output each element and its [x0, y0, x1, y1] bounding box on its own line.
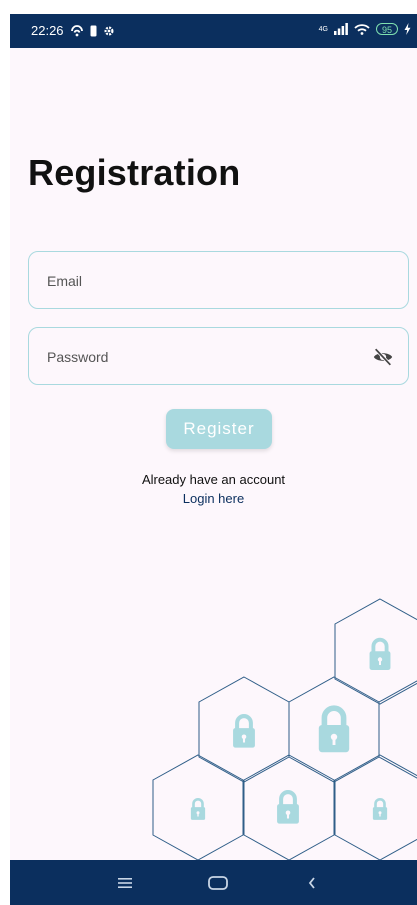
status-bar: 22:26 4G 95 — [10, 14, 417, 48]
navigation-bar — [10, 860, 417, 905]
padlock-icon — [233, 716, 255, 748]
back-button[interactable] — [282, 860, 342, 905]
wifi-icon — [354, 24, 370, 35]
padlock-icon — [277, 792, 299, 824]
padlock-icon — [371, 797, 389, 822]
login-prompt: Already have an account — [141, 472, 286, 487]
home-icon — [208, 875, 228, 890]
register-button[interactable]: Register — [166, 409, 272, 449]
password-field[interactable] — [28, 327, 409, 386]
network-type: 4G — [318, 25, 328, 33]
home-button[interactable] — [188, 860, 248, 905]
battery-level: 95 — [381, 25, 392, 35]
password-input[interactable] — [45, 328, 369, 386]
login-link[interactable]: Login here — [10, 491, 417, 506]
email-input[interactable] — [45, 252, 369, 310]
padlock-icon — [189, 797, 207, 822]
email-field[interactable] — [28, 251, 409, 310]
battery-icon: 95 — [376, 23, 398, 35]
menu-icon — [118, 877, 132, 888]
hexagon-lock-illustration — [152, 598, 417, 861]
menu-button[interactable] — [95, 860, 155, 905]
padlock-icon — [319, 708, 349, 752]
padlock-icon — [367, 637, 393, 672]
hotspot-icon — [70, 24, 83, 36]
back-icon — [308, 876, 315, 889]
eye-off-icon[interactable] — [372, 346, 394, 368]
signal-icon — [334, 23, 348, 35]
hexagon-4 — [378, 680, 417, 779]
status-right: 4G 95 — [319, 23, 411, 35]
charging-icon — [404, 23, 411, 35]
page-title: Registration — [28, 152, 241, 193]
gear-icon — [104, 25, 114, 36]
status-time: 22:26 — [31, 23, 64, 38]
status-left: 22:26 — [31, 23, 115, 38]
app-screen: 22:26 4G 95 Registration Email Register … — [10, 14, 417, 905]
sim-card-icon — [90, 25, 97, 36]
